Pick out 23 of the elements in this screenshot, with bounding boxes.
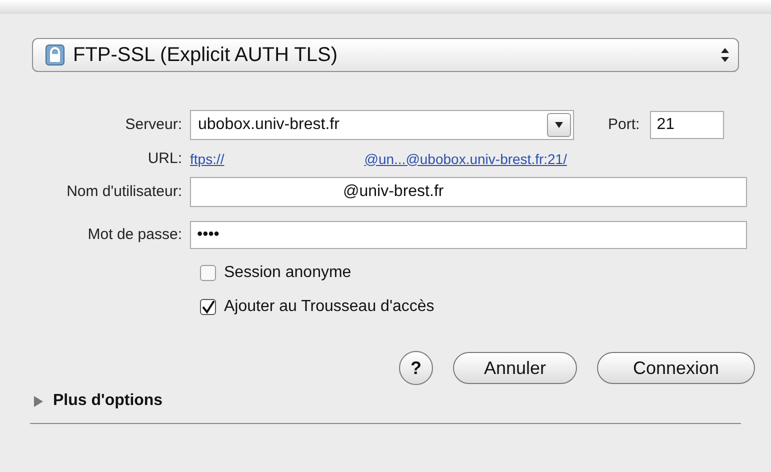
username-label: Nom d'utilisateur: [66,182,183,202]
password-label: Mot de passe: [86,224,183,245]
url-label: URL: [146,148,183,169]
checkbox[interactable] [200,299,216,315]
url-scheme-link[interactable]: ftps:// [190,148,224,170]
username-field[interactable]: @univ-brest.fr [190,177,747,207]
more-options-disclosure[interactable]: Plus d'options [34,389,163,413]
url-address-link[interactable]: @un...@ubobox.univ-brest.fr:21/ [364,148,567,170]
port-field[interactable]: 21 [650,111,724,139]
password-field[interactable]: •••• [190,221,747,249]
server-label: Serveur: [124,114,183,135]
server-combo-field[interactable]: ubobox.univ-brest.fr [190,110,574,140]
help-button[interactable]: ? [399,351,433,385]
padlock-icon [45,44,65,66]
protocol-popup[interactable]: FTP-SSL (Explicit AUTH TLS) [32,38,739,72]
port-label: Port: [608,114,640,135]
cancel-button[interactable]: Annuler [453,352,577,384]
checkbox[interactable] [200,265,216,281]
connect-button[interactable]: Connexion [597,352,755,384]
checkmark-icon [201,300,215,314]
checkbox-label: Session anonyme [224,263,352,283]
checkbox-label: Ajouter au Trousseau d'accès [224,297,434,317]
stepper-arrows-icon [720,47,730,63]
